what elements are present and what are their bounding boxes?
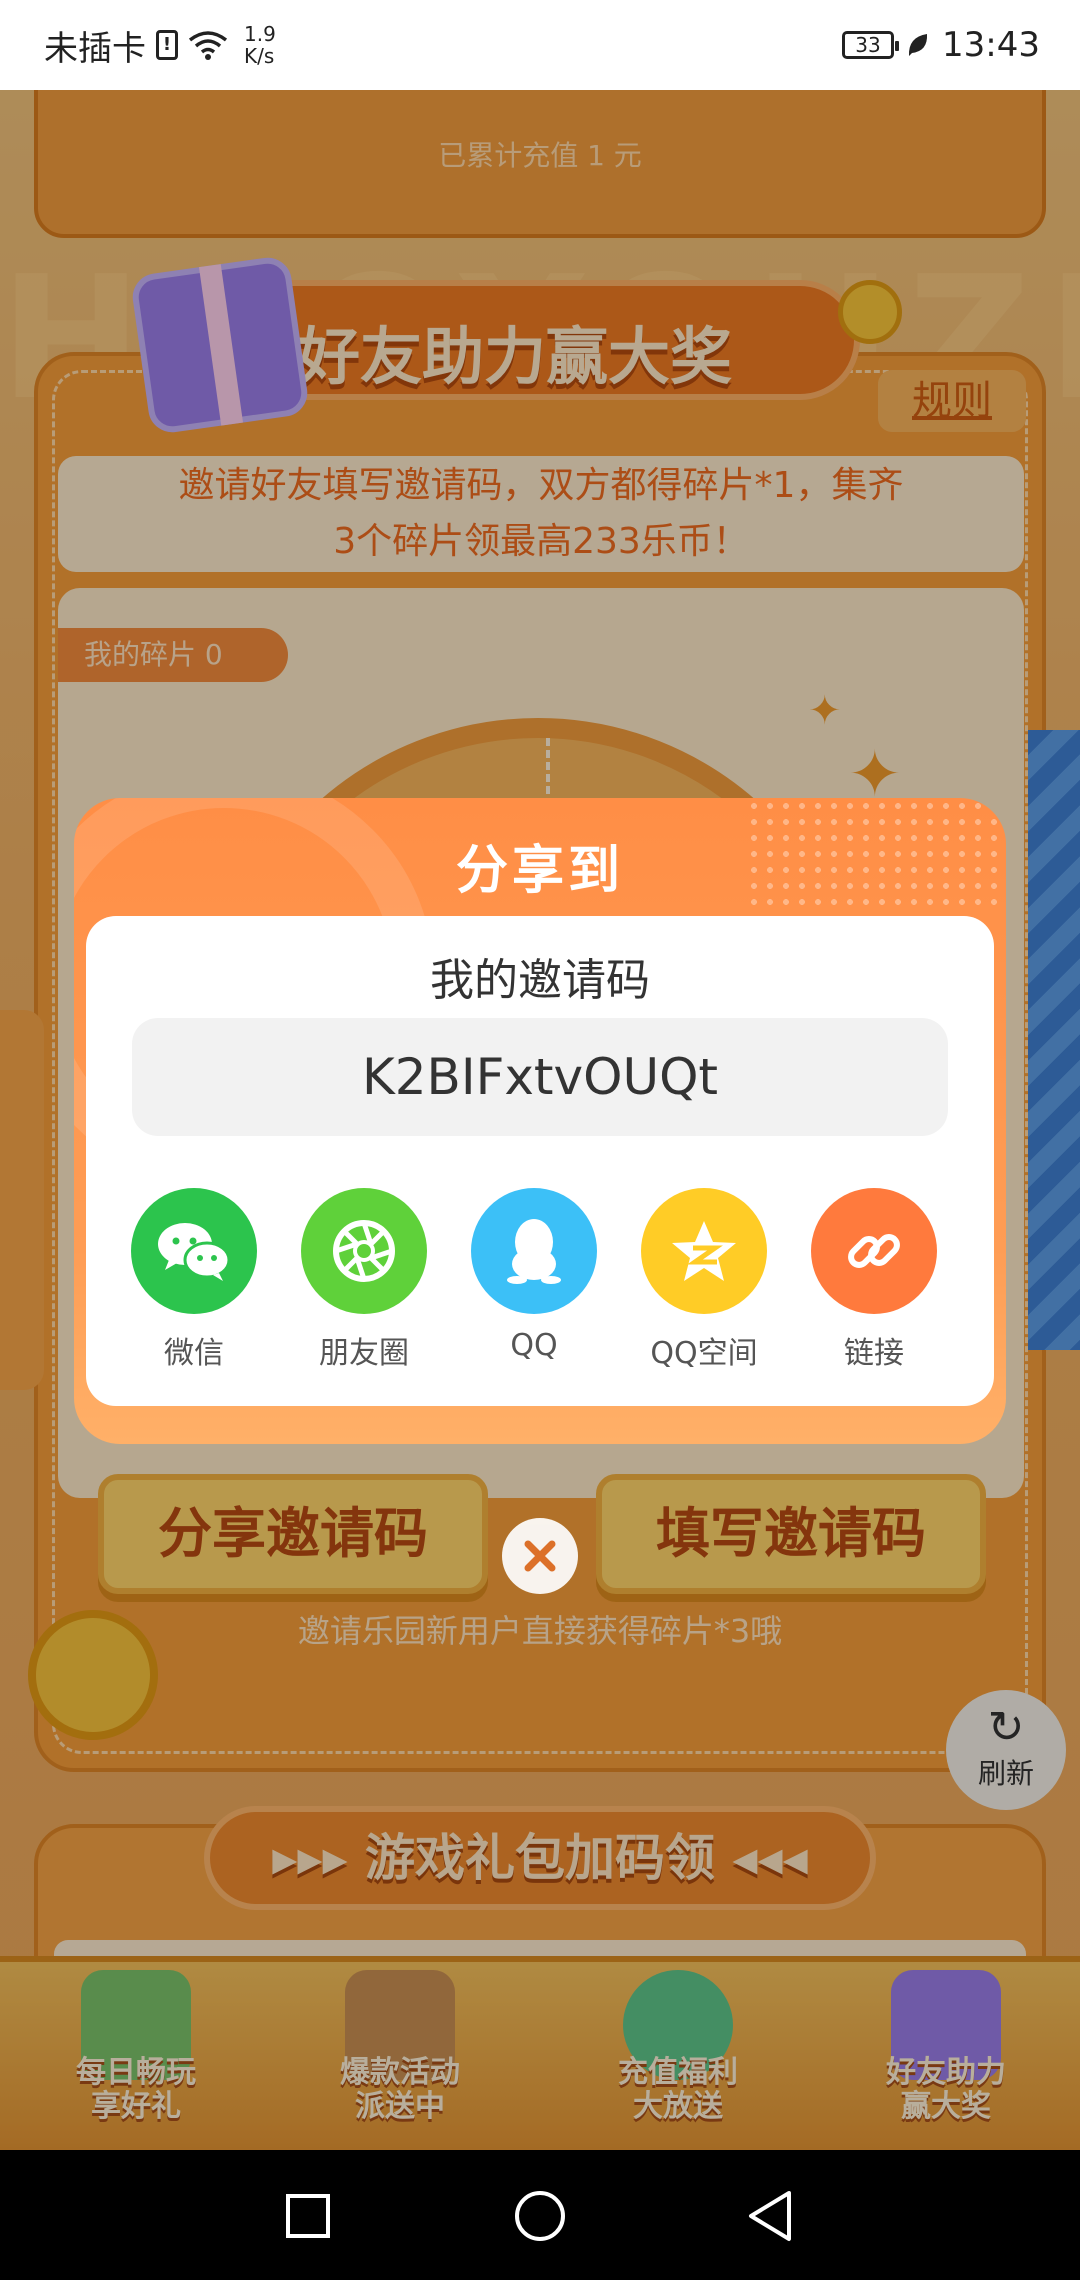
circle-icon (515, 2191, 565, 2241)
close-icon (524, 1540, 556, 1572)
share-modal: 分享到 我的邀请码 K2BIFxtvOUQt 微信 朋友圈 QQ QQ空间 链接 (74, 798, 1006, 1444)
link-icon (811, 1188, 937, 1314)
speed-unit: K/s (244, 44, 275, 68)
leaf-icon (908, 34, 928, 56)
qq-icon (471, 1188, 597, 1314)
modal-body: 我的邀请码 K2BIFxtvOUQt 微信 朋友圈 QQ QQ空间 链接 (86, 916, 994, 1406)
status-right: 33 13:43 (842, 25, 1040, 65)
invite-code-label: 我的邀请码 (430, 955, 650, 1006)
speed-value: 1.9 (244, 22, 276, 46)
share-label: 链接 (844, 1336, 904, 1371)
modal-title: 分享到 (455, 841, 624, 901)
invite-code-field[interactable]: K2BIFxtvOUQt (132, 1018, 948, 1136)
share-link[interactable]: 链接 (789, 1188, 959, 1372)
share-moments[interactable]: 朋友圈 (279, 1188, 449, 1372)
back-button[interactable] (740, 2186, 800, 2246)
wechat-icon (131, 1188, 257, 1314)
square-icon (286, 2194, 330, 2238)
share-label: 朋友圈 (319, 1336, 409, 1371)
qzone-icon (641, 1188, 767, 1314)
sim-alert-icon: ! (156, 30, 178, 60)
close-button[interactable] (502, 1518, 578, 1594)
battery-level: 33 (855, 33, 881, 57)
share-label: QQ (510, 1328, 558, 1363)
moments-icon (301, 1188, 427, 1314)
network-speed: 1.9 K/s (244, 23, 276, 67)
share-label: QQ空间 (650, 1336, 758, 1371)
back-triangle-icon (749, 2191, 791, 2241)
clock: 13:43 (942, 25, 1040, 65)
share-label: 微信 (164, 1336, 224, 1371)
share-wechat[interactable]: 微信 (109, 1188, 279, 1372)
wifi-icon (188, 31, 228, 60)
status-bar: 未插卡 ! 1.9 K/s 33 13:43 (0, 0, 1080, 90)
status-left: 未插卡 ! 1.9 K/s (44, 21, 276, 70)
system-nav-bar (0, 2150, 1080, 2280)
carrier-label: 未插卡 (44, 28, 146, 69)
share-qzone[interactable]: QQ空间 (619, 1188, 789, 1372)
home-button[interactable] (510, 2186, 570, 2246)
battery-icon: 33 (842, 31, 900, 59)
share-qq[interactable]: QQ (449, 1188, 619, 1363)
recents-button[interactable] (278, 2186, 338, 2246)
